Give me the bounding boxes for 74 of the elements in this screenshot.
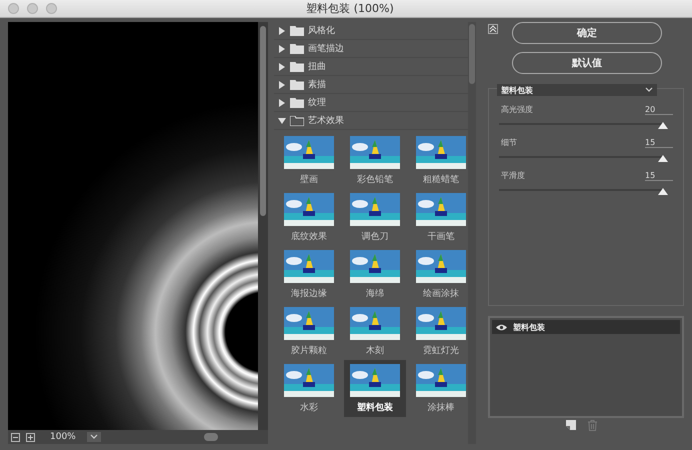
parameter-label: 细节	[500, 137, 517, 148]
sailboat-thumbnail	[350, 307, 400, 340]
filter-select[interactable]: 塑料包装	[497, 84, 657, 96]
filter-thumbnail-item[interactable]: 涂抹棒	[410, 360, 472, 417]
filter-thumbnail-item[interactable]: 粗糙蜡笔	[410, 132, 472, 189]
disclosure-triangle-icon[interactable]	[278, 80, 286, 88]
dialog-button[interactable]: 默认值	[512, 52, 662, 74]
disclosure-triangle-icon[interactable]	[278, 62, 286, 70]
filter-thumbnail-item[interactable]: 水彩	[278, 360, 340, 417]
zoom-level: 100%	[50, 432, 77, 442]
collapse-icon[interactable]	[488, 24, 498, 34]
sailboat-thumbnail	[416, 250, 466, 283]
layer-name: 塑料包装	[513, 322, 545, 332]
eye-icon[interactable]	[496, 324, 507, 330]
filter-thumbnail-item[interactable]: 霓虹灯光	[410, 303, 472, 360]
sailboat-thumbnail	[284, 136, 334, 169]
folder-icon	[290, 98, 304, 108]
category-item[interactable]: 素描	[274, 76, 468, 94]
filter-thumbnail-item[interactable]: 壁画	[278, 132, 340, 189]
sailboat-thumbnail	[350, 136, 400, 169]
category-item[interactable]: 艺术效果	[274, 112, 468, 130]
folder-icon	[290, 44, 304, 54]
category-item[interactable]: 风格化	[274, 22, 468, 40]
new-layer-icon[interactable]	[566, 420, 576, 430]
disclosure-triangle-icon[interactable]	[278, 98, 286, 106]
filter-thumbnail-item[interactable]: 海绵	[344, 246, 406, 303]
slider-thumb[interactable]	[658, 122, 668, 129]
category-item[interactable]: 扭曲	[274, 58, 468, 76]
disclosure-triangle-icon[interactable]	[278, 44, 286, 52]
filter-thumbnail-item[interactable]: 底纹效果	[278, 189, 340, 246]
filter-thumbnail-item[interactable]: 木刻	[344, 303, 406, 360]
sailboat-thumbnail	[416, 193, 466, 226]
filter-thumbnail-item[interactable]: 彩色铅笔	[344, 132, 406, 189]
dropdown-button[interactable]	[87, 432, 101, 442]
filter-thumbnail-item[interactable]: 塑料包装	[344, 360, 406, 417]
sailboat-thumbnail	[284, 250, 334, 283]
window-title: 塑料包装 (100%)	[305, 1, 395, 16]
folder-icon	[290, 62, 304, 72]
parameter-label: 高光强度	[500, 104, 533, 115]
category-item[interactable]: 纹理	[274, 94, 468, 112]
sailboat-thumbnail	[416, 307, 466, 340]
sailboat-thumbnail	[350, 250, 400, 283]
zoom-in-icon[interactable]	[26, 432, 35, 442]
parameter-value-field[interactable]: 15	[645, 171, 673, 181]
folder-icon	[290, 116, 304, 126]
caret-icon	[645, 87, 653, 93]
disclosure-triangle-icon[interactable]	[278, 116, 286, 124]
scrollbar[interactable]	[258, 22, 268, 430]
sailboat-thumbnail	[350, 364, 400, 397]
filter-thumbnail-item[interactable]: 胶片颗粒	[278, 303, 340, 360]
dialog-button[interactable]: 确定	[512, 22, 662, 44]
sailboat-thumbnail	[416, 364, 466, 397]
category-item[interactable]: 画笔描边	[274, 40, 468, 58]
folder-icon	[290, 80, 304, 90]
sailboat-thumbnail	[350, 193, 400, 226]
sailboat-thumbnail	[416, 136, 466, 169]
sailboat-thumbnail	[284, 307, 334, 340]
sailboat-thumbnail	[284, 364, 334, 397]
zoom-out-icon[interactable]	[11, 432, 20, 442]
effect-layer-row[interactable]: 塑料包装	[492, 320, 680, 334]
filter-thumbnail-item[interactable]: 干画笔	[410, 189, 472, 246]
disclosure-triangle-icon[interactable]	[278, 26, 286, 34]
filter-thumbnail-item[interactable]: 调色刀	[344, 189, 406, 246]
filter-thumbnail-item[interactable]: 海报边缘	[278, 246, 340, 303]
scrollbar[interactable]	[468, 22, 476, 444]
filter-thumbnail-item[interactable]: 绘画涂抹	[410, 246, 472, 303]
slider-thumb[interactable]	[658, 188, 668, 195]
slider-thumb[interactable]	[658, 155, 668, 162]
caret-icon	[90, 434, 98, 440]
parameter-value-field[interactable]: 20	[645, 105, 673, 115]
parameter-label: 平滑度	[500, 170, 525, 181]
folder-icon	[290, 26, 304, 36]
parameter-value-field[interactable]: 15	[645, 138, 673, 148]
sailboat-thumbnail	[284, 193, 334, 226]
